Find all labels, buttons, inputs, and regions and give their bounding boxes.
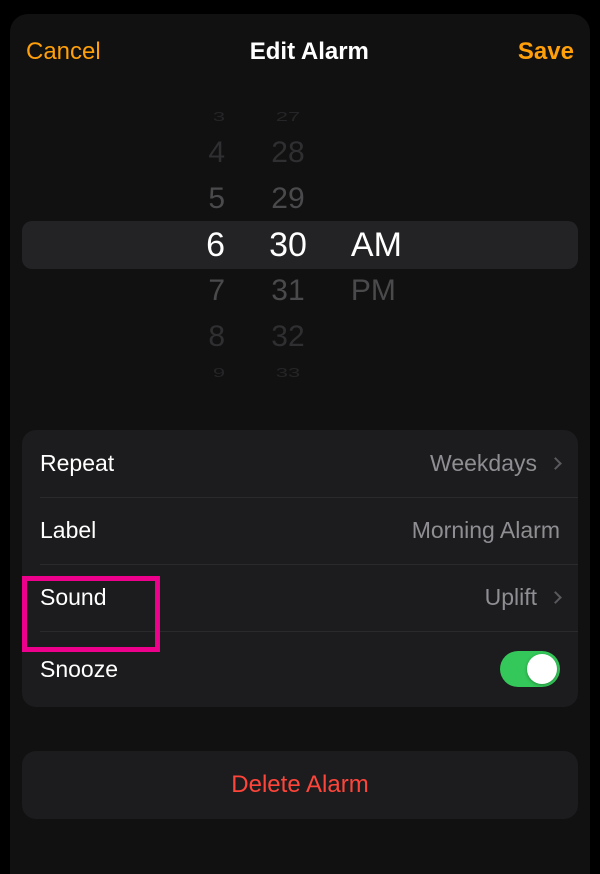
toggle-knob (527, 654, 557, 684)
delete-alarm-button[interactable]: Delete Alarm (22, 751, 578, 819)
snooze-label: Snooze (40, 656, 118, 683)
repeat-label: Repeat (40, 450, 114, 477)
snooze-toggle[interactable] (500, 651, 560, 687)
minute-option-selected[interactable]: 30 (269, 222, 307, 268)
hour-option[interactable]: 5 (208, 176, 225, 222)
snooze-row: Snooze (22, 631, 578, 707)
minute-option[interactable]: 29 (271, 176, 304, 222)
repeat-value: Weekdays (430, 450, 560, 477)
minute-option[interactable]: 27 (276, 109, 300, 125)
ampm-wheel[interactable]: . . . AM PM . . (351, 90, 419, 400)
settings-group: Repeat Weekdays Label Morning Alarm Soun… (22, 430, 578, 707)
label-row[interactable]: Label Morning Alarm (22, 497, 578, 564)
hour-option[interactable]: 7 (208, 268, 225, 314)
edit-alarm-sheet: Cancel Edit Alarm Save 3 4 5 6 7 8 9 27 … (10, 14, 590, 874)
page-title: Edit Alarm (250, 38, 369, 66)
minute-wheel[interactable]: 27 28 29 30 31 32 33 (269, 90, 307, 400)
ampm-option-am[interactable]: AM (351, 222, 402, 268)
ampm-option-pm[interactable]: PM (351, 268, 396, 314)
hour-option[interactable]: 9 (213, 365, 225, 381)
sound-row[interactable]: Sound Uplift (22, 564, 578, 631)
sound-label: Sound (40, 584, 107, 611)
sound-value: Uplift (485, 584, 560, 611)
hour-option[interactable]: 3 (213, 109, 225, 125)
repeat-row[interactable]: Repeat Weekdays (22, 430, 578, 497)
hour-option[interactable]: 8 (208, 314, 225, 360)
label-label: Label (40, 517, 96, 544)
minute-option[interactable]: 33 (276, 365, 300, 381)
chevron-right-icon (549, 591, 562, 604)
save-button[interactable]: Save (518, 38, 574, 66)
cancel-button[interactable]: Cancel (26, 38, 101, 66)
chevron-right-icon (549, 457, 562, 470)
hour-wheel[interactable]: 3 4 5 6 7 8 9 (181, 90, 225, 400)
time-picker[interactable]: 3 4 5 6 7 8 9 27 28 29 30 31 32 33 . . . (10, 90, 590, 400)
delete-group: Delete Alarm (22, 751, 578, 819)
minute-option[interactable]: 32 (271, 314, 304, 360)
hour-option-selected[interactable]: 6 (206, 222, 225, 268)
label-value: Morning Alarm (412, 517, 560, 544)
minute-option[interactable]: 31 (271, 268, 304, 314)
hour-option[interactable]: 4 (208, 130, 225, 176)
nav-bar: Cancel Edit Alarm Save (10, 14, 590, 84)
minute-option[interactable]: 28 (271, 130, 304, 176)
